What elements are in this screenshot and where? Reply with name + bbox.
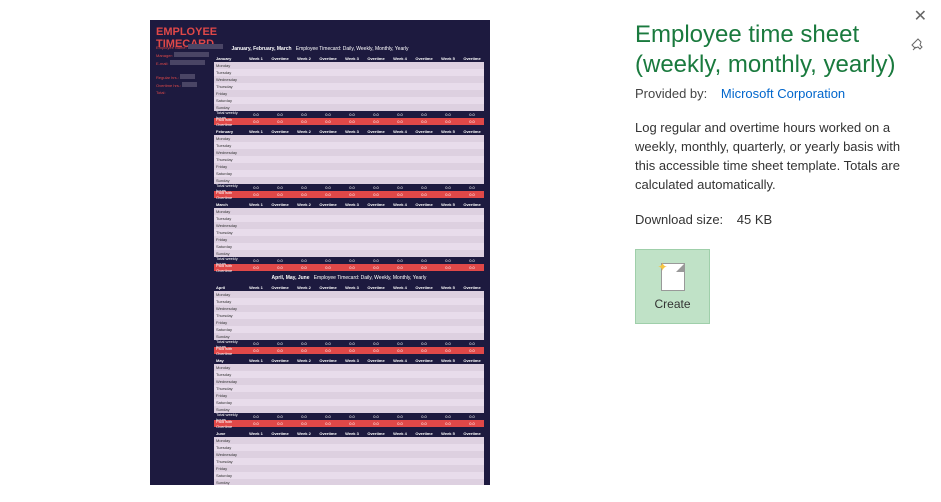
quarter-header: April, May, June Employee Timecard: Dail… [214,275,484,281]
preview-meta: Employee Name: Manager: E-mail: Regular … [156,44,223,97]
pin-button[interactable] [909,36,927,57]
template-preview-image: EMPLOYEE TIMECARD Employee Name: Manager… [150,20,490,485]
month-block: MarchWeek 1OvertimeWeek 2OvertimeWeek 3O… [214,201,484,271]
create-button[interactable]: ✦ Create [635,249,710,324]
month-block: MayWeek 1OvertimeWeek 2OvertimeWeek 3Ove… [214,357,484,427]
month-block: JanuaryWeek 1OvertimeWeek 2OvertimeWeek … [214,55,484,125]
template-description: Log regular and overtime hours worked on… [635,119,906,194]
download-size-value: 45 KB [737,212,772,227]
month-block: FebruaryWeek 1OvertimeWeek 2OvertimeWeek… [214,128,484,198]
close-button[interactable]: ✕ [908,4,933,28]
template-preview-panel: EMPLOYEE TIMECARD Employee Name: Manager… [0,0,500,502]
download-size-row: Download size: 45 KB [635,212,906,227]
template-title: Employee time sheet (weekly, monthly, ye… [635,20,906,80]
create-document-icon: ✦ [661,263,685,291]
sparkle-icon: ✦ [658,260,668,274]
provided-by-row: Provided by: Microsoft Corporation [635,86,906,101]
download-label: Download size: [635,212,723,227]
pin-icon [911,38,925,52]
provided-by-link[interactable]: Microsoft Corporation [721,86,845,101]
provided-label: Provided by: [635,86,707,101]
month-block: AprilWeek 1OvertimeWeek 2OvertimeWeek 3O… [214,284,484,354]
template-info-panel: Employee time sheet (weekly, monthly, ye… [500,0,941,502]
create-button-label: Create [654,297,690,311]
preview-title-1: EMPLOYEE [156,26,484,38]
month-block: JuneWeek 1OvertimeWeek 2OvertimeWeek 3Ov… [214,430,484,485]
